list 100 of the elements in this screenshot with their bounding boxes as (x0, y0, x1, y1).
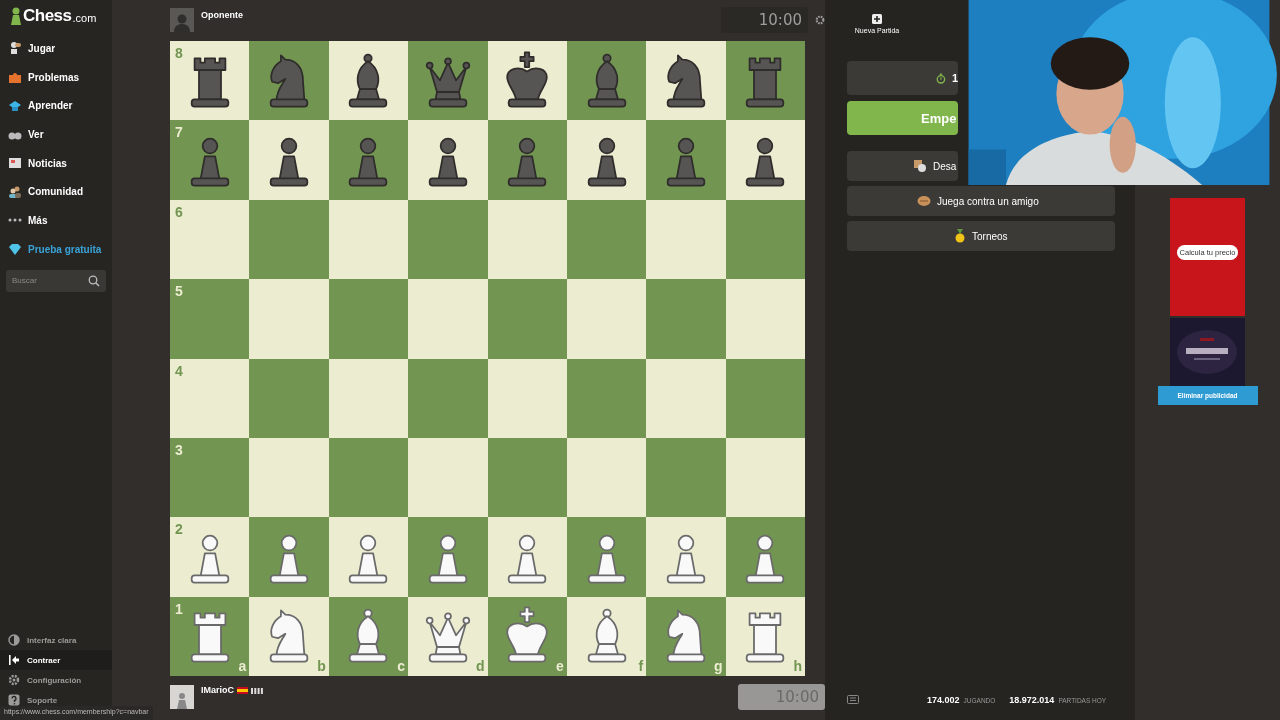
king-piece[interactable] (506, 606, 548, 663)
rank-label: 3 (175, 441, 183, 458)
action-button[interactable]: Desa (847, 151, 958, 181)
puzzle-icon (8, 70, 22, 85)
board-square[interactable] (408, 120, 488, 200)
bishop-piece[interactable] (349, 53, 388, 108)
board-square[interactable]: 8 (170, 41, 250, 121)
diamond-icon (8, 242, 22, 257)
file-label: c (397, 658, 406, 674)
pawn-logo-icon (10, 6, 22, 26)
contrast-icon (8, 634, 20, 646)
bars-icon (251, 688, 264, 694)
rank-label: 4 (175, 362, 183, 379)
nav-item[interactable]: Jugar (0, 34, 112, 63)
pawn-piece[interactable] (190, 534, 229, 584)
rank-label: 6 (175, 203, 183, 220)
chat-icon (847, 694, 859, 706)
stat-value: 18.972.014 (1009, 695, 1055, 705)
pawn-piece[interactable] (349, 534, 388, 584)
rank-label: 1 (175, 600, 183, 617)
nav-item[interactable]: Más (0, 206, 112, 235)
king-piece[interactable] (506, 51, 548, 108)
collapse-icon (8, 654, 20, 666)
search-icon (88, 274, 100, 287)
medal-icon (954, 229, 966, 243)
stat-value: 174.002 (927, 695, 960, 705)
pawn-piece[interactable] (507, 534, 547, 584)
file-label: h (793, 658, 802, 674)
settings-icon (8, 674, 20, 686)
nav-item[interactable]: Prueba gratuita (0, 234, 112, 264)
board-square[interactable] (725, 41, 805, 121)
action-button[interactable]: 1 (847, 61, 958, 95)
player-name[interactable]: Oponente (201, 10, 243, 20)
pawn-piece[interactable] (269, 137, 309, 187)
board-square[interactable] (566, 41, 647, 121)
graduation-cap-icon (8, 98, 22, 113)
pawn-piece[interactable] (269, 534, 309, 584)
rook-piece[interactable] (190, 57, 229, 108)
file-label: d (475, 658, 485, 674)
queen-piece[interactable] (425, 612, 470, 663)
newspaper-icon (8, 156, 22, 171)
settings-icon (815, 14, 825, 25)
logo-text[interactable]: Chess (23, 6, 72, 26)
nav-item[interactable]: Noticias (0, 148, 112, 178)
board-square[interactable] (408, 517, 488, 597)
pawn-piece[interactable] (587, 137, 626, 187)
pawn-piece[interactable] (587, 534, 626, 584)
rank-label: 5 (175, 283, 183, 300)
clock: 10:00 (721, 6, 808, 33)
board-square[interactable] (328, 517, 409, 597)
nav-item[interactable]: Comunidad (0, 177, 112, 207)
board-square[interactable] (487, 517, 567, 597)
bishop-piece[interactable] (349, 609, 388, 663)
file-label: a (238, 658, 247, 674)
logo-suffix: .com (72, 12, 97, 24)
board-square[interactable] (725, 517, 805, 597)
rank-label: 8 (175, 45, 183, 61)
action-button[interactable]: Juega contra un amigo (847, 186, 1115, 216)
pawn-piece[interactable] (428, 534, 468, 584)
bishop-piece[interactable] (587, 609, 626, 663)
flag-icon (237, 687, 248, 694)
board-square[interactable] (646, 517, 726, 597)
knight-piece[interactable] (666, 609, 706, 663)
board-square[interactable] (487, 41, 567, 121)
people-icon (8, 184, 22, 199)
board-square[interactable] (725, 120, 805, 200)
file-label: b (317, 658, 326, 674)
footer-item[interactable]: Interfaz clara (0, 630, 112, 650)
nav-item[interactable]: Ver (0, 120, 112, 149)
avatar (170, 7, 194, 32)
board-square[interactable] (249, 120, 329, 200)
pawn-piece[interactable] (746, 534, 785, 584)
rook-piece[interactable] (190, 612, 229, 663)
board-square[interactable] (328, 41, 409, 121)
rank-label: 7 (175, 124, 183, 141)
board-square[interactable] (646, 41, 726, 121)
avatar (170, 684, 194, 709)
pawn-piece[interactable] (666, 534, 706, 584)
chess-pieces-icon (913, 159, 927, 173)
footer-item[interactable]: Configuración (0, 670, 112, 690)
search-field[interactable]: Buscar (6, 269, 106, 292)
action-button[interactable]: Torneos (847, 221, 1115, 251)
file-label: f (638, 658, 644, 674)
pawn-piece[interactable] (428, 137, 468, 187)
pawn-hand-icon (8, 41, 22, 56)
board-square[interactable] (566, 120, 647, 200)
footer-item[interactable]: Contraer (0, 650, 112, 670)
nav-item[interactable]: Problemas (0, 62, 112, 92)
player-name[interactable]: IMarioC (201, 685, 234, 695)
board-square[interactable] (328, 120, 409, 200)
board-square[interactable] (249, 517, 329, 597)
rook-piece[interactable] (746, 612, 785, 663)
stopwatch-icon (936, 71, 946, 85)
knight-piece[interactable] (269, 609, 309, 663)
queen-piece[interactable] (425, 57, 470, 108)
rank-label: 2 (175, 521, 183, 538)
pawn-piece[interactable] (746, 137, 785, 187)
board-square[interactable] (566, 517, 647, 597)
nav-item[interactable]: Aprender (0, 91, 112, 121)
knight-piece[interactable] (666, 54, 706, 108)
